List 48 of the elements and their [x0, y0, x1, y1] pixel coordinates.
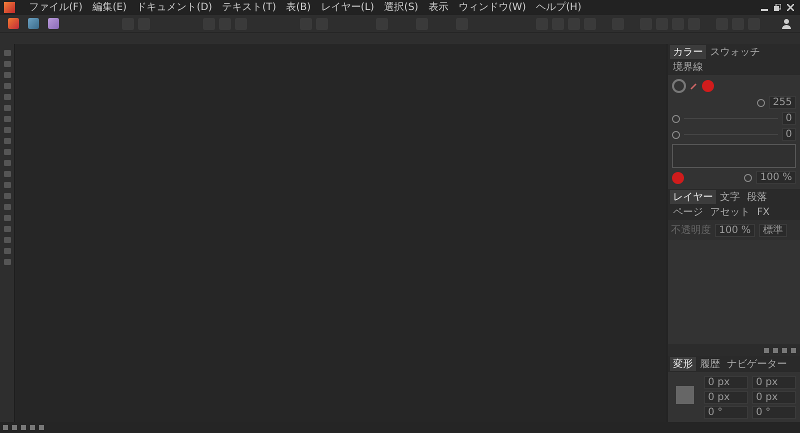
app-logo-icon	[4, 2, 15, 13]
value-field[interactable]: 0	[782, 128, 796, 141]
eyedropper-icon[interactable]	[690, 82, 698, 90]
radio-icon[interactable]	[756, 98, 765, 106]
value-field[interactable]: 0	[782, 112, 796, 125]
fill-color-well[interactable]	[702, 80, 714, 92]
current-color-well[interactable]	[672, 172, 684, 184]
panel-tab[interactable]: FX	[754, 205, 773, 219]
persona-icon[interactable]	[28, 18, 39, 29]
blend-mode-dropdown[interactable]: 標準	[758, 224, 787, 236]
menu-item[interactable]: ファイル(F)	[25, 0, 87, 14]
panel-tab[interactable]: カラー	[670, 45, 706, 59]
panel-tab[interactable]: 境界線	[670, 60, 706, 74]
stroke-ring-icon[interactable]	[672, 79, 686, 93]
menu-item[interactable]: 選択(S)	[380, 0, 422, 14]
menu-item[interactable]: テキスト(T)	[218, 0, 280, 14]
menu-item[interactable]: レイヤー(L)	[316, 0, 378, 14]
close-icon[interactable]	[787, 4, 794, 11]
panel-tab[interactable]: ナビゲーター	[724, 357, 790, 371]
opacity-icon	[744, 174, 752, 182]
panel-tab[interactable]: ページ	[670, 205, 706, 219]
opacity-field[interactable]: 100 %	[715, 224, 755, 236]
panel-tab[interactable]: アセット	[707, 205, 753, 219]
panel-tab[interactable]: 履歴	[697, 357, 723, 371]
user-icon[interactable]	[781, 18, 792, 29]
panel-tab[interactable]: 変形	[670, 357, 696, 371]
panel-tab[interactable]: 文字	[717, 190, 743, 204]
persona-icon[interactable]	[48, 18, 59, 29]
transform-field[interactable]: 0 px	[704, 391, 748, 404]
transform-field[interactable]: 0 px	[704, 376, 748, 389]
value-field[interactable]: 255	[768, 96, 796, 109]
panel-tab[interactable]: レイヤー	[670, 190, 716, 204]
transform-field[interactable]: 0 °	[752, 406, 796, 419]
menu-item[interactable]: ドキュメント(D)	[132, 0, 216, 14]
panel-tab[interactable]: 段落	[744, 190, 770, 204]
anchor-selector[interactable]	[676, 386, 694, 404]
transform-field[interactable]: 0 px	[752, 391, 796, 404]
restore-icon[interactable]	[774, 4, 781, 11]
menu-item[interactable]: ウィンドウ(W)	[454, 0, 530, 14]
opacity-field[interactable]: 100 %	[756, 171, 796, 184]
transform-field[interactable]: 0 px	[752, 376, 796, 389]
menu-item[interactable]: ヘルプ(H)	[532, 0, 586, 14]
transform-field[interactable]: 0 °	[704, 406, 748, 419]
persona-icon[interactable]	[8, 18, 19, 29]
panel-tab[interactable]: スウォッチ	[707, 45, 763, 59]
menu-item[interactable]: 表示	[424, 0, 452, 14]
menu-item[interactable]: 表(B)	[282, 0, 315, 14]
menu-item[interactable]: 編集(E)	[88, 0, 131, 14]
